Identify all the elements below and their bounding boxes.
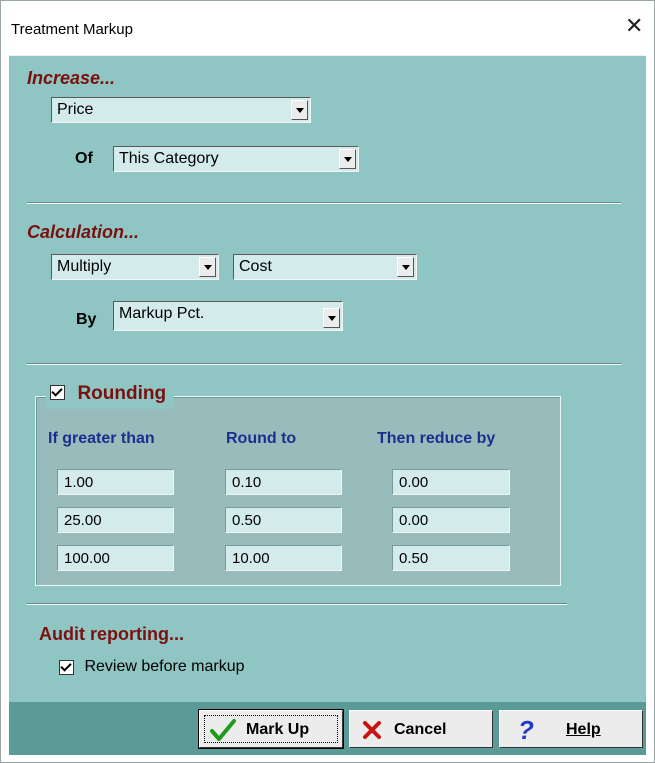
field-value: 25.00 (64, 512, 102, 529)
audit-heading: Audit reporting... (39, 624, 184, 644)
chevron-down-icon[interactable] (397, 257, 414, 277)
checkmark-icon (210, 719, 236, 741)
field-value: 10.00 (232, 550, 270, 567)
close-icon[interactable]: ✕ (625, 15, 643, 37)
help-label-text: Help (566, 721, 601, 738)
greater-than-field[interactable]: 25.00 (57, 507, 174, 533)
col-header-round-to: Round to (226, 430, 297, 447)
col-header-greater-than: If greater than (48, 430, 155, 447)
field-value: 0.50 (399, 550, 429, 567)
reduce-by-field[interactable]: 0.00 (392, 469, 510, 495)
reduce-by-field[interactable]: 0.50 (392, 545, 510, 571)
by-value: Markup Pct. (119, 305, 205, 322)
title-bar: Treatment Markup ✕ (1, 1, 654, 55)
review-label: Review before markup (84, 658, 245, 675)
cancel-label: Cancel (394, 721, 447, 738)
operand-value: Cost (239, 258, 272, 275)
button-bar: Mark Up Cancel ? Help (9, 702, 646, 755)
review-checkbox[interactable] (59, 659, 74, 675)
cancel-button[interactable]: Cancel (349, 710, 493, 748)
field-value: 0.50 (232, 512, 262, 529)
field-value: 0.00 (399, 512, 429, 529)
operand-select[interactable]: Cost (233, 254, 417, 280)
question-icon: ? (518, 715, 534, 745)
mark-up-label: Mark Up (246, 721, 310, 738)
of-value: This Category (119, 150, 219, 167)
chevron-down-icon[interactable] (323, 308, 340, 328)
separator (27, 202, 621, 204)
separator (27, 363, 621, 365)
round-to-field[interactable]: 0.50 (225, 507, 342, 533)
increase-field-select[interactable]: Price (51, 97, 311, 123)
dialog-window: Treatment Markup ✕ Increase... Price Of … (0, 0, 655, 763)
greater-than-field[interactable]: 1.00 (57, 469, 174, 495)
col-header-reduce-by: Then reduce by (377, 430, 496, 447)
reduce-by-field[interactable]: 0.00 (392, 507, 510, 533)
increase-field-value: Price (57, 101, 94, 118)
of-label: Of (75, 150, 93, 167)
round-to-field[interactable]: 0.10 (225, 469, 342, 495)
x-icon (363, 721, 381, 739)
rounding-checkbox[interactable] (50, 384, 65, 400)
help-button[interactable]: ? Help (499, 710, 643, 748)
dialog-body: Increase... Price Of This Category Calcu… (9, 55, 646, 755)
field-value: 100.00 (64, 550, 110, 567)
chevron-down-icon[interactable] (199, 257, 216, 277)
increase-heading: Increase... (27, 68, 116, 88)
chevron-down-icon[interactable] (291, 100, 308, 120)
by-select[interactable]: Markup Pct. (113, 301, 343, 331)
greater-than-field[interactable]: 100.00 (57, 545, 174, 571)
review-checkbox-row[interactable]: Review before markup (59, 658, 245, 678)
rounding-legend: Rounding (46, 383, 175, 409)
field-value: 0.00 (399, 474, 429, 491)
of-select[interactable]: This Category (113, 146, 359, 172)
field-value: 0.10 (232, 474, 262, 491)
calculation-heading: Calculation... (27, 222, 140, 242)
help-label: Help (566, 721, 601, 739)
by-label: By (76, 311, 97, 328)
rounding-label: Rounding (77, 383, 167, 404)
round-to-field[interactable]: 10.00 (225, 545, 342, 571)
window-title: Treatment Markup (11, 21, 133, 38)
mark-up-button[interactable]: Mark Up (198, 709, 344, 749)
operation-select[interactable]: Multiply (51, 254, 219, 280)
operation-value: Multiply (57, 258, 112, 275)
separator (27, 603, 567, 605)
rounding-group: Rounding If greater than Round to Then r… (35, 383, 561, 586)
chevron-down-icon[interactable] (339, 149, 356, 169)
field-value: 1.00 (64, 474, 94, 491)
